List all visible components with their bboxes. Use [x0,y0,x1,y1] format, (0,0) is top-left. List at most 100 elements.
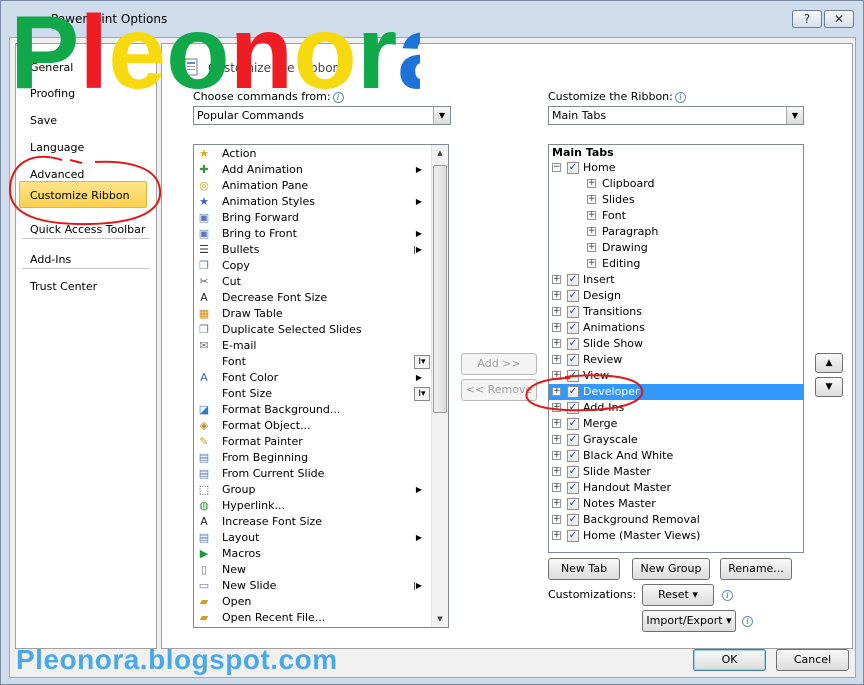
command-item[interactable]: ◎ Animation Pane [196,178,432,194]
checkbox-icon[interactable]: ✓ [567,306,579,318]
checkbox-icon[interactable]: ✓ [567,514,579,526]
new-group-button[interactable]: New Group [632,558,710,580]
collapse-icon[interactable]: − [552,163,561,172]
expand-icon[interactable]: + [552,515,561,524]
expand-icon[interactable]: + [552,323,561,332]
command-item[interactable]: Font I▾ [196,354,432,370]
command-item[interactable]: ▣ Bring Forward [196,210,432,226]
command-item[interactable]: ★ Animation Styles ▶ [196,194,432,210]
scroll-down-icon[interactable]: ▼ [432,611,448,627]
tree-item-design[interactable]: + ✓ Design [549,288,803,304]
tree-item-view[interactable]: + ✓ View [549,368,803,384]
close-button[interactable]: ✕ [824,10,854,28]
nav-item-language[interactable]: Language [16,134,156,161]
expand-icon[interactable]: + [552,435,561,444]
tree-item-drawing[interactable]: + Drawing [549,240,803,256]
checkbox-icon[interactable]: ✓ [567,450,579,462]
checkbox-icon[interactable]: ✓ [567,290,579,302]
new-tab-button[interactable]: New Tab [548,558,620,580]
tree-item-slides[interactable]: + Slides [549,192,803,208]
expand-icon[interactable]: + [552,339,561,348]
move-down-button[interactable]: ▼ [815,377,843,397]
nav-item-customize-ribbon[interactable]: Customize Ribbon [19,181,147,208]
command-item[interactable]: A Font Color ▶ [196,370,432,386]
tree-item-paragraph[interactable]: + Paragraph [549,224,803,240]
tree-item-clipboard[interactable]: + Clipboard [549,176,803,192]
nav-item-save[interactable]: Save [16,107,156,134]
ok-button[interactable]: OK [693,649,766,671]
import-export-button[interactable]: Import/Export ▾ [642,610,736,632]
expand-icon[interactable]: + [552,531,561,540]
customize-ribbon-dropdown[interactable]: Main Tabs ▼ [548,106,804,125]
checkbox-icon[interactable]: ✓ [567,370,579,382]
scroll-thumb[interactable] [433,165,447,413]
expand-icon[interactable]: + [552,291,561,300]
tree-item-font[interactable]: + Font [549,208,803,224]
checkbox-icon[interactable]: ✓ [567,482,579,494]
checkbox-icon[interactable]: ✓ [567,386,579,398]
scroll-up-icon[interactable]: ▲ [432,145,448,161]
add-button[interactable]: Add >> [461,353,537,375]
tree-item-notes-master[interactable]: + ✓ Notes Master [549,496,803,512]
chevron-down-icon[interactable]: ▼ [786,107,803,124]
expand-icon[interactable]: + [552,499,561,508]
tree-item-animations[interactable]: + ✓ Animations [549,320,803,336]
checkbox-icon[interactable]: ✓ [567,498,579,510]
expand-icon[interactable]: + [552,403,561,412]
expand-icon[interactable]: + [552,483,561,492]
tree-item-slide-show[interactable]: + ✓ Slide Show [549,336,803,352]
command-item[interactable]: ◈ Format Object... [196,418,432,434]
command-item[interactable]: ☰ Bullets |▶ [196,242,432,258]
expand-icon[interactable]: + [552,451,561,460]
command-item[interactable]: ▯ New [196,562,432,578]
command-item[interactable]: ▰ Open [196,594,432,610]
command-item[interactable]: ◪ Format Background... [196,402,432,418]
tree-item-background-removal[interactable]: + ✓ Background Removal [549,512,803,528]
command-item[interactable]: ▭ New Slide |▶ [196,578,432,594]
checkbox-icon[interactable]: ✓ [567,466,579,478]
cancel-button[interactable]: Cancel [776,649,849,671]
command-item[interactable]: ▤ Layout ▶ [196,530,432,546]
command-item[interactable]: ★ Action [196,146,432,162]
command-item[interactable]: ▦ Draw Table [196,306,432,322]
command-item[interactable]: ▰ Open Recent File... [196,610,432,626]
command-item[interactable]: ✂ Cut [196,274,432,290]
tree-item-black-and-white[interactable]: + ✓ Black And White [549,448,803,464]
chevron-down-icon[interactable]: ▼ [433,107,450,124]
expand-icon[interactable]: + [552,387,561,396]
command-item[interactable]: ✉ E-mail [196,338,432,354]
command-item[interactable]: ▤ From Beginning [196,450,432,466]
expand-icon[interactable]: + [552,371,561,380]
help-button[interactable]: ? [792,10,822,28]
command-item[interactable]: ▶ Macros [196,546,432,562]
expand-icon[interactable]: + [587,243,596,252]
command-item[interactable]: ▣ Bring to Front ▶ [196,226,432,242]
checkbox-icon[interactable]: ✓ [567,274,579,286]
tree-item-home-master-views[interactable]: + ✓ Home (Master Views) [549,528,803,544]
nav-item-trust-center[interactable]: Trust Center [16,273,156,300]
tree-item-merge[interactable]: + ✓ Merge [549,416,803,432]
tree-item-add-ins[interactable]: + ✓ Add-Ins [549,400,803,416]
expand-icon[interactable]: + [587,211,596,220]
command-item[interactable]: ❐ Copy [196,258,432,274]
expand-icon[interactable]: + [552,355,561,364]
command-item[interactable]: ⬚ Group ▶ [196,482,432,498]
checkbox-icon[interactable]: ✓ [567,162,579,174]
expand-icon[interactable]: + [552,419,561,428]
command-item[interactable]: ✚ Add Animation ▶ [196,162,432,178]
tree-item-developer[interactable]: + ✓ Developer [549,384,803,400]
commands-list[interactable]: ▲ ▼ ★ Action ✚ Add Animation ▶ ◎ Animation Pan… [193,144,449,628]
expand-icon[interactable]: + [552,307,561,316]
command-item[interactable]: ◍ Hyperlink... [196,498,432,514]
checkbox-icon[interactable]: ✓ [567,434,579,446]
expand-icon[interactable]: + [552,467,561,476]
tree-item-grayscale[interactable]: + ✓ Grayscale [549,432,803,448]
checkbox-icon[interactable]: ✓ [567,418,579,430]
choose-commands-dropdown[interactable]: Popular Commands ▼ [193,106,451,125]
remove-button[interactable]: << Remove [461,379,537,401]
expand-icon[interactable]: + [587,179,596,188]
expand-icon[interactable]: + [587,259,596,268]
command-item[interactable]: A Decrease Font Size [196,290,432,306]
checkbox-icon[interactable]: ✓ [567,322,579,334]
tree-item-handout-master[interactable]: + ✓ Handout Master [549,480,803,496]
